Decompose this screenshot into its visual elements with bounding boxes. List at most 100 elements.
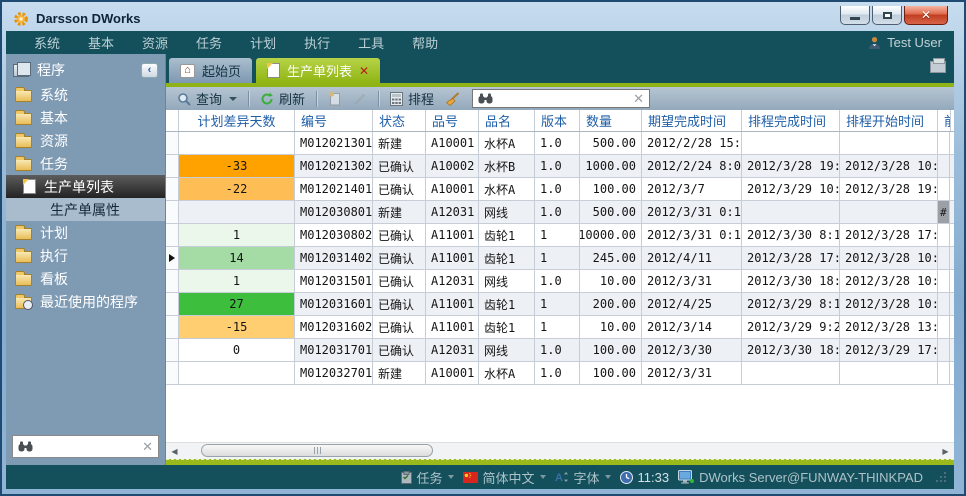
toolbar-separator: [378, 91, 379, 107]
scroll-left-icon[interactable]: ◀: [166, 443, 183, 459]
sidebar-item[interactable]: 执行: [6, 244, 165, 267]
table-row[interactable]: 14M012031402已确认A11001齿轮11245.002012/4/11…: [166, 247, 954, 270]
table-cell: 1.0: [535, 362, 580, 384]
table-row[interactable]: -22M012021401已确认A10001水杯A1.0100.002012/3…: [166, 178, 954, 201]
row-selector[interactable]: [166, 201, 179, 223]
table-cell: M012030801: [295, 201, 373, 223]
toolbar-search-clear-icon[interactable]: ✕: [633, 92, 644, 105]
table-row[interactable]: 1M012030802已确认A11001齿轮1110000.002012/3/3…: [166, 224, 954, 247]
sidebar-item[interactable]: 生产单列表: [6, 175, 165, 198]
menu-item[interactable]: 执行: [290, 33, 344, 52]
scrollbar-track[interactable]: [183, 443, 937, 459]
row-selector[interactable]: [166, 339, 179, 361]
minimize-button[interactable]: [840, 6, 870, 25]
row-selector[interactable]: [166, 247, 179, 269]
column-header[interactable]: 状态: [373, 110, 426, 131]
table-row[interactable]: -15M012031602已确认A11001齿轮1110.002012/3/14…: [166, 316, 954, 339]
menu-items: 系统基本资源任务计划执行工具帮助: [20, 33, 452, 52]
window-title: Darsson DWorks: [36, 11, 141, 26]
font-menu[interactable]: A 字体: [555, 468, 611, 487]
user-area[interactable]: Test User: [868, 35, 942, 50]
cell-plan-diff-days: [179, 362, 295, 384]
column-header[interactable]: 品号: [426, 110, 479, 131]
table-cell: 已确认: [373, 270, 426, 292]
scrollbar-thumb[interactable]: [201, 444, 433, 457]
table-row[interactable]: 27M012031601已确认A11001齿轮11200.002012/4/25…: [166, 293, 954, 316]
tab-production-order-list[interactable]: 生产单列表 ✕: [256, 58, 380, 83]
row-selector[interactable]: [166, 270, 179, 292]
sidebar-search-clear-icon[interactable]: ✕: [142, 440, 153, 453]
horizontal-scrollbar[interactable]: ◀ ▶: [166, 442, 954, 459]
toolbar-separator: [248, 91, 249, 107]
column-header[interactable]: 品名: [479, 110, 535, 131]
server-item[interactable]: DWorks Server@FUNWAY-THINKPAD: [678, 470, 923, 485]
sidebar-item[interactable]: 最近使用的程序: [6, 290, 165, 313]
table-cell: 2012/3/31: [642, 362, 742, 384]
row-selector[interactable]: [166, 224, 179, 246]
sidebar-item[interactable]: 看板: [6, 267, 165, 290]
row-selector[interactable]: [166, 316, 179, 338]
table-row[interactable]: 0M012031701已确认A12031网线1.0100.002012/3/30…: [166, 339, 954, 362]
row-selector[interactable]: [166, 293, 179, 315]
toolbar-search-input[interactable]: [498, 91, 628, 107]
tab-start-page[interactable]: ⌂ 起始页: [169, 58, 252, 83]
menu-item[interactable]: 任务: [182, 33, 236, 52]
chevron-down-icon: [229, 97, 237, 101]
tab-close-icon[interactable]: ✕: [359, 65, 369, 77]
resize-grip[interactable]: [936, 472, 946, 482]
column-header[interactable]: 版本: [535, 110, 580, 131]
maximize-button[interactable]: [872, 6, 902, 25]
table-cell: 已确认: [373, 155, 426, 177]
sidebar-items: 系统 基本 资源 任务 生产单列表 生产单属性 计划 执行 看板 最近使用的程序: [6, 83, 165, 313]
clock-item[interactable]: 11:33: [620, 470, 670, 485]
menu-item[interactable]: 工具: [344, 33, 398, 52]
column-header[interactable]: 排程完成时间: [742, 110, 840, 131]
table-row[interactable]: -33M012021302已确认A10002水杯B1.01000.002012/…: [166, 155, 954, 178]
column-header[interactable]: 前: [938, 110, 951, 131]
task-menu[interactable]: 任务: [401, 468, 454, 487]
sidebar-item-label: 资源: [40, 131, 68, 151]
table-row[interactable]: 1M012031501已确认A12031网线1.010.002012/3/312…: [166, 270, 954, 293]
sidebar-item[interactable]: 生产单属性: [6, 198, 165, 221]
clear-schedule-button[interactable]: [441, 89, 464, 109]
menu-item[interactable]: 计划: [236, 33, 290, 52]
table-row[interactable]: M012032701新建A10001水杯A1.0100.002012/3/31: [166, 362, 954, 385]
sidebar-search-input[interactable]: [39, 439, 136, 455]
menu-item[interactable]: 基本: [74, 33, 128, 52]
user-name: Test User: [887, 35, 942, 50]
menu-item[interactable]: 帮助: [398, 33, 452, 52]
table-cell: 水杯A: [479, 178, 535, 200]
sidebar-item[interactable]: 基本: [6, 106, 165, 129]
column-header[interactable]: 排程开始时间: [840, 110, 938, 131]
close-button[interactable]: ✕: [904, 6, 948, 25]
row-selector[interactable]: [166, 155, 179, 177]
table-cell: M012021301: [295, 132, 373, 154]
new-button[interactable]: [324, 89, 346, 109]
scroll-right-icon[interactable]: ▶: [937, 443, 954, 459]
table-row[interactable]: M012021301新建A10001水杯A1.0500.002012/2/28 …: [166, 132, 954, 155]
language-menu[interactable]: 简体中文: [463, 468, 546, 487]
sidebar-item[interactable]: 计划: [6, 221, 165, 244]
column-header[interactable]: 计划差异天数: [179, 110, 295, 131]
table-row[interactable]: M012030801新建A12031网线1.0500.002012/3/31 0…: [166, 201, 954, 224]
binoculars-icon: [18, 441, 33, 452]
query-button[interactable]: 查询: [173, 89, 241, 109]
row-selector[interactable]: [166, 132, 179, 154]
tab-list-icon[interactable]: [930, 61, 946, 73]
sidebar-collapse-button[interactable]: ‹: [141, 63, 158, 78]
sidebar-item[interactable]: 任务: [6, 152, 165, 175]
refresh-button[interactable]: 刷新: [256, 89, 309, 109]
column-header[interactable]: 编号: [295, 110, 373, 131]
schedule-button[interactable]: 排程: [386, 89, 438, 109]
row-selector[interactable]: [166, 362, 179, 384]
menu-item[interactable]: 系统: [20, 33, 74, 52]
cell-plan-diff-days: -15: [179, 316, 295, 338]
menu-item[interactable]: 资源: [128, 33, 182, 52]
sidebar-item[interactable]: 资源: [6, 129, 165, 152]
row-selector[interactable]: [166, 178, 179, 200]
sidebar-item[interactable]: 系统: [6, 83, 165, 106]
column-header[interactable]: 数量: [580, 110, 642, 131]
titlebar: Darsson DWorks ✕: [6, 6, 954, 31]
edit-button[interactable]: [349, 89, 371, 109]
column-header[interactable]: 期望完成时间: [642, 110, 742, 131]
